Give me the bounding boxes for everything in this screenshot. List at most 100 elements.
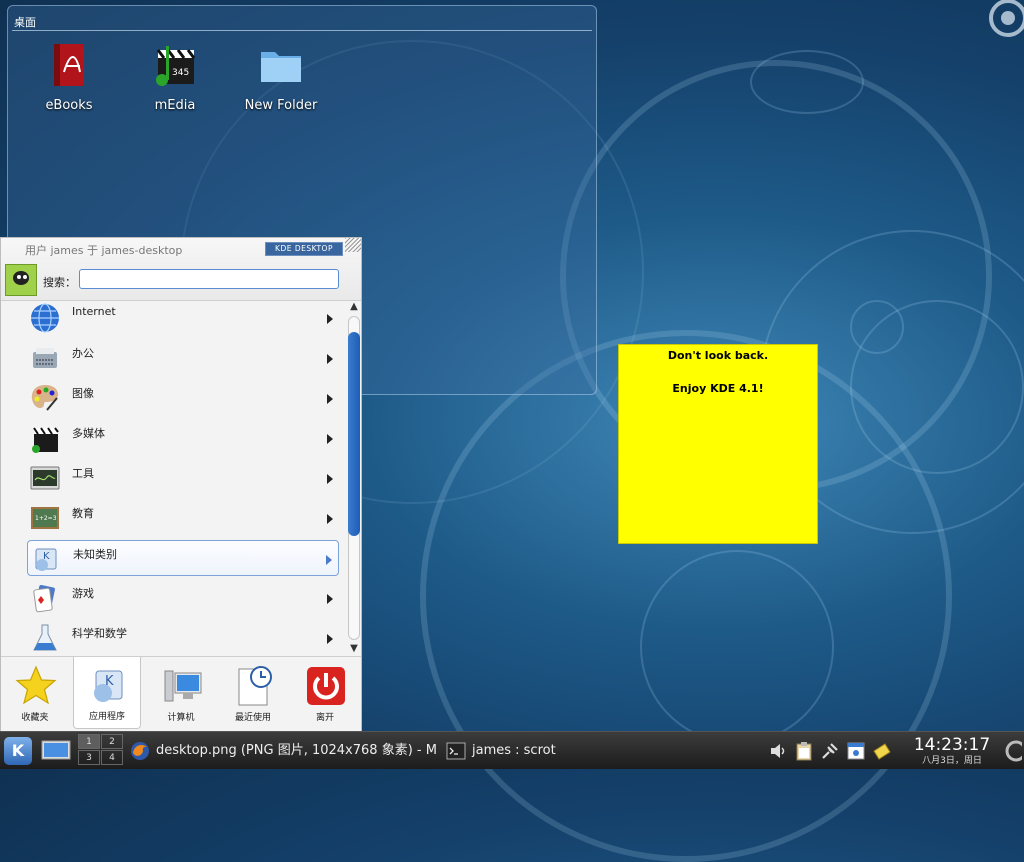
- chevron-right-icon: [327, 594, 333, 604]
- chevron-right-icon: [327, 394, 333, 404]
- scroll-down-icon[interactable]: ▼: [349, 644, 359, 654]
- task-firefox[interactable]: desktop.png (PNG 图片, 1024x768 象素) - Mozi…: [130, 736, 436, 766]
- svg-text:1+2=3: 1+2=3: [35, 515, 57, 522]
- category-internet[interactable]: Internet: [27, 300, 339, 336]
- application-category-list: Internet 办公 图像 多媒体 工具 1+2=3 教育 K 未知类别 游戏…: [1, 300, 345, 656]
- task-label: desktop.png (PNG 图片, 1024x768 象素) - Mozi…: [156, 743, 436, 758]
- category-graphics[interactable]: 图像: [27, 380, 339, 416]
- tab-leave[interactable]: 离开: [291, 657, 359, 729]
- category-label: 多媒体: [72, 427, 105, 440]
- playing-cards-icon: [33, 584, 55, 613]
- clipboard-icon[interactable]: [794, 741, 814, 761]
- clock-date: 八月3日，周日: [922, 756, 982, 766]
- folder-view-divider: [12, 30, 592, 31]
- tab-label: 应用程序: [88, 712, 125, 722]
- applications-icon: K: [94, 670, 123, 702]
- svg-text:K: K: [105, 674, 114, 689]
- system-tray: [764, 737, 894, 765]
- tab-recently-used[interactable]: 最近使用: [219, 657, 287, 729]
- typewriter-icon: [33, 348, 57, 368]
- kde-package-icon: K: [35, 548, 57, 571]
- multimedia-clapper-icon: 345: [156, 46, 196, 86]
- scrollbar-thumb[interactable]: [348, 332, 360, 536]
- note-line-2: Enjoy KDE 4.1!: [672, 382, 764, 395]
- taskbar: K 1 2 3 4 desktop.png (PNG 图片, 1024x768 …: [0, 731, 1024, 769]
- show-desktop-icon[interactable]: [40, 740, 72, 762]
- category-utilities[interactable]: 工具: [27, 460, 339, 496]
- sticky-note[interactable]: Don't look back. Enjoy KDE 4.1!: [618, 344, 818, 544]
- flask-icon: [33, 624, 57, 651]
- panel-toolbox-icon[interactable]: [1002, 736, 1022, 766]
- tab-applications[interactable]: K 应用程序: [73, 657, 141, 729]
- category-science[interactable]: 科学和数学: [27, 620, 339, 656]
- network-plug-icon[interactable]: [820, 741, 840, 761]
- terminal-icon: [446, 742, 466, 759]
- chevron-right-icon: [327, 354, 333, 364]
- pager-desktop-4[interactable]: 4: [101, 750, 123, 765]
- category-education[interactable]: 1+2=3 教育: [27, 500, 339, 536]
- category-scrollbar[interactable]: ▲ ▼: [346, 300, 362, 656]
- user-avatar: [5, 264, 37, 296]
- desktop-icon-ebooks[interactable]: eBooks: [24, 42, 114, 113]
- category-games[interactable]: 游戏: [27, 580, 339, 616]
- ebook-icon: [54, 44, 84, 86]
- chevron-right-icon: [327, 474, 333, 484]
- category-label: 图像: [72, 387, 94, 400]
- kde-corner-logo-icon[interactable]: [978, 0, 1024, 46]
- note-line-1: Don't look back.: [667, 349, 769, 362]
- kickoff-tab-bar: 收藏夹 K 应用程序 计算机 最近使用 离开: [1, 656, 361, 731]
- star-icon: [15, 665, 57, 705]
- category-label: 工具: [72, 467, 94, 480]
- chevron-right-icon: [327, 434, 333, 444]
- tab-label: 收藏夹: [21, 713, 49, 723]
- tab-computer[interactable]: 计算机: [147, 657, 215, 729]
- recent-document-clock-icon: [238, 666, 272, 706]
- klipper-ticket-icon[interactable]: [872, 741, 892, 761]
- chevron-right-icon: [327, 634, 333, 644]
- category-label: Internet: [72, 305, 116, 318]
- category-label: 办公: [72, 347, 94, 360]
- desktop-icon-label: eBooks: [45, 98, 93, 113]
- tab-label: 最近使用: [234, 713, 271, 723]
- svg-text:K: K: [43, 551, 50, 562]
- kickoff-user-line: 用户 james 于 james-desktop: [25, 244, 183, 257]
- chalkboard-icon: 1+2=3: [31, 507, 59, 529]
- kickoff-header: 用户 james 于 james-desktop KDE DESKTOP 搜索：: [1, 238, 361, 301]
- pager-desktop-2[interactable]: 2: [101, 734, 123, 749]
- category-label: 教育: [72, 507, 94, 520]
- update-notifier-icon[interactable]: [846, 741, 866, 761]
- virtual-desktop-pager[interactable]: 1 2 3 4: [78, 734, 124, 767]
- terminal-monitor-icon: [30, 466, 60, 490]
- pager-desktop-1[interactable]: 1: [78, 734, 100, 749]
- tab-label: 计算机: [167, 713, 195, 723]
- search-input[interactable]: [79, 269, 339, 289]
- chevron-right-icon: [327, 314, 333, 324]
- desktop-icon-media[interactable]: 345 mEdia: [130, 42, 220, 113]
- category-label: 未知类别: [73, 548, 117, 561]
- category-unknown[interactable]: K 未知类别: [27, 540, 339, 576]
- pager-desktop-3[interactable]: 3: [78, 750, 100, 765]
- multimedia-clapper-icon: [32, 427, 59, 453]
- chevron-right-icon: [326, 555, 332, 565]
- chevron-right-icon: [327, 514, 333, 524]
- power-icon: [307, 667, 345, 705]
- category-multimedia[interactable]: 多媒体: [27, 420, 339, 456]
- search-label: 搜索：: [43, 276, 76, 289]
- clock[interactable]: 14:23:17 八月3日，周日: [906, 734, 998, 766]
- resize-grip-icon[interactable]: [345, 238, 361, 252]
- desktop-icon-new-folder[interactable]: New Folder: [236, 42, 326, 113]
- category-office[interactable]: 办公: [27, 340, 339, 376]
- tab-label: 离开: [315, 713, 334, 723]
- kde-menu-button[interactable]: K: [4, 737, 32, 765]
- tab-favorites[interactable]: 收藏夹: [1, 657, 69, 729]
- computer-monitor-icon: [164, 670, 202, 702]
- desktop-icon-label: mEdia: [154, 98, 196, 113]
- volume-speaker-icon[interactable]: [768, 741, 788, 761]
- scroll-up-icon[interactable]: ▲: [349, 302, 359, 312]
- category-label: 科学和数学: [72, 627, 127, 640]
- task-label: james : scrot: [472, 743, 556, 758]
- kickoff-menu: 用户 james 于 james-desktop KDE DESKTOP 搜索：…: [0, 237, 362, 731]
- kde-desktop-badge: KDE DESKTOP: [265, 242, 343, 256]
- task-terminal[interactable]: james : scrot: [446, 736, 606, 766]
- firefox-icon: [131, 741, 149, 760]
